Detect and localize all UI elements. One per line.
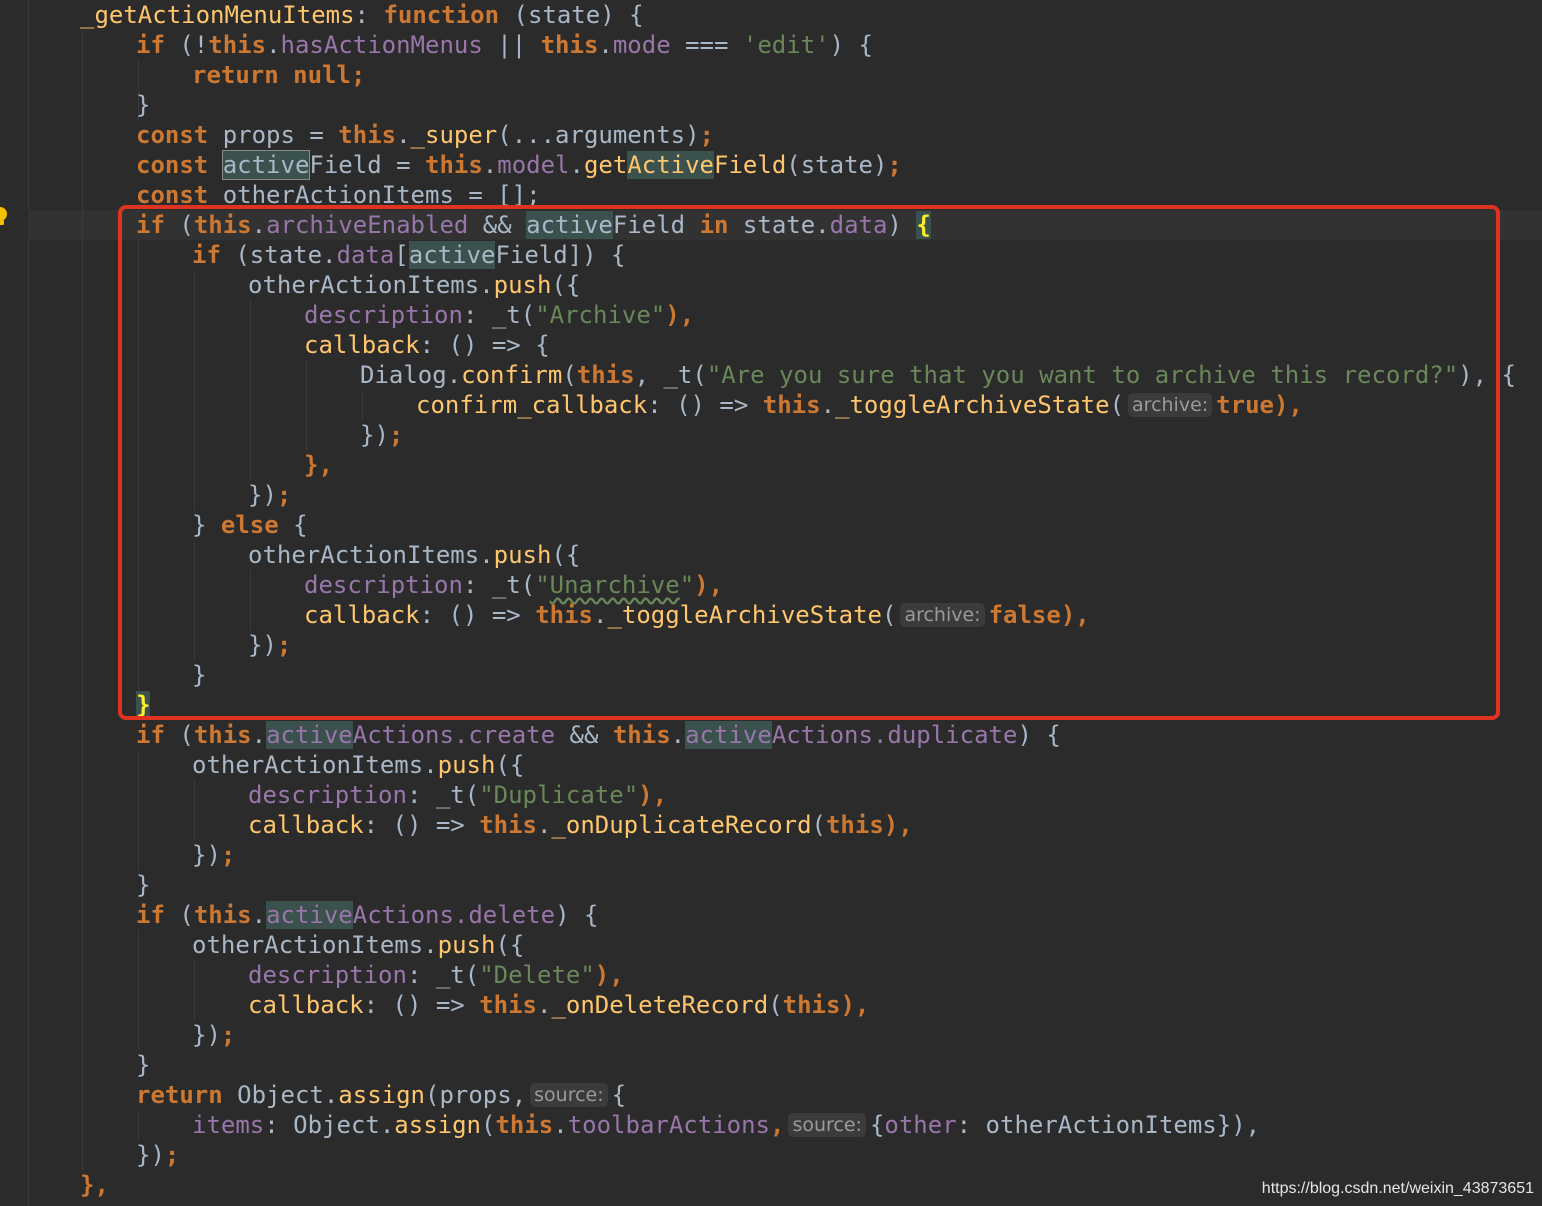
code-line[interactable]: if (this.activeActions.delete) { <box>136 900 598 930</box>
indent-guide <box>194 960 195 1020</box>
parameter-hint: source: <box>788 1113 866 1137</box>
code-line[interactable]: }); <box>192 840 235 870</box>
indent-guide <box>138 750 139 870</box>
code-line[interactable]: }, <box>80 1170 109 1200</box>
code-line[interactable]: }); <box>136 1140 179 1170</box>
code-line[interactable]: otherActionItems.push({ <box>192 930 524 960</box>
code-line[interactable]: if (!this.hasActionMenus || this.mode ==… <box>136 30 873 60</box>
identifier-highlight: active <box>266 721 353 749</box>
watermark: https://blog.csdn.net/weixin_43873651 <box>1261 1180 1534 1197</box>
code-line[interactable]: const props = this._super(...arguments); <box>136 120 714 150</box>
code-line[interactable]: } <box>136 90 150 120</box>
gutter-divider <box>28 0 29 1206</box>
indent-guide <box>194 780 195 840</box>
identifier-highlight: Active <box>627 151 715 179</box>
code-line[interactable]: callback: () => this._onDuplicateRecord(… <box>248 810 913 840</box>
code-line[interactable]: return null; <box>192 60 365 90</box>
identifier-highlight: active <box>685 721 772 749</box>
code-line[interactable]: } <box>136 870 150 900</box>
code-line[interactable]: return Object.assign(props, source:{ <box>136 1080 626 1110</box>
code-line[interactable]: } <box>136 1050 150 1080</box>
indent-guide <box>138 1110 139 1140</box>
lightbulb-icon[interactable] <box>0 206 8 228</box>
identifier-highlight: active <box>221 150 311 180</box>
code-line[interactable]: description: _t("Duplicate"), <box>248 780 667 810</box>
code-line[interactable]: description: _t("Delete"), <box>248 960 624 990</box>
identifier-highlight: active <box>266 901 353 929</box>
parameter-hint: source: <box>530 1083 608 1107</box>
method-name: _getActionMenuItems <box>80 1 355 29</box>
code-line[interactable]: otherActionItems.push({ <box>192 750 524 780</box>
indent-guide <box>82 30 83 1170</box>
indent-guide <box>138 930 139 1050</box>
annotation-highlight-box <box>118 205 1500 720</box>
code-line[interactable]: items: Object.assign(this.toolbarActions… <box>192 1110 1260 1140</box>
code-line[interactable]: const activeField = this.model.getActive… <box>136 150 902 180</box>
code-line[interactable]: callback: () => this._onDeleteRecord(thi… <box>248 990 869 1020</box>
code-line[interactable]: const otherActionItems = []; <box>136 180 541 206</box>
code-line[interactable]: if (this.activeActions.create && this.ac… <box>136 720 1061 750</box>
code-line[interactable]: _getActionMenuItems: function (state) { <box>80 0 644 30</box>
code-line[interactable]: }); <box>192 1020 235 1050</box>
code-editor[interactable]: _getActionMenuItems: function (state) { … <box>0 0 1542 1206</box>
